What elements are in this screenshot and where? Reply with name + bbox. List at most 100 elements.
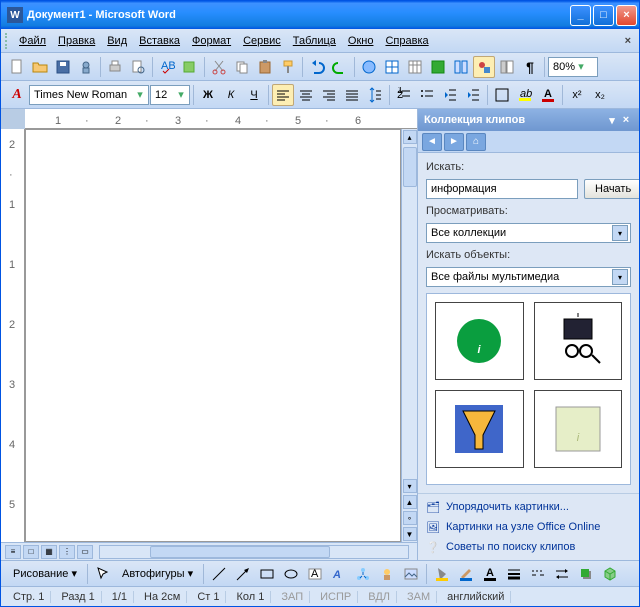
bold-button[interactable]: Ж (197, 84, 219, 106)
close-document-button[interactable]: × (621, 35, 635, 47)
select-objects-icon[interactable] (92, 563, 114, 585)
reading-view-icon[interactable]: ▭ (77, 545, 93, 559)
link-organize[interactable]: 🗂Упорядочить картинки... (426, 500, 631, 514)
menu-file[interactable]: Файл (13, 33, 52, 49)
shadow-icon[interactable] (575, 563, 597, 585)
save-icon[interactable] (52, 56, 74, 78)
line-color-icon[interactable] (455, 563, 477, 585)
columns-icon[interactable] (450, 56, 472, 78)
textbox-icon[interactable]: A (304, 563, 326, 585)
new-document-icon[interactable] (6, 56, 28, 78)
align-justify-icon[interactable] (341, 84, 363, 106)
objects-select[interactable]: Все файлы мультимедиа▾ (426, 267, 631, 287)
italic-button[interactable]: К (220, 84, 242, 106)
zoom-combo[interactable]: 80%▾ (548, 57, 598, 77)
print-preview-icon[interactable] (127, 56, 149, 78)
picture-icon[interactable] (400, 563, 422, 585)
clipart-result-4[interactable]: i (534, 390, 623, 468)
menu-edit[interactable]: Правка (52, 33, 101, 49)
arrow-icon[interactable] (232, 563, 254, 585)
rectangle-icon[interactable] (256, 563, 278, 585)
cut-icon[interactable] (208, 56, 230, 78)
menu-format[interactable]: Формат (186, 33, 237, 49)
nav-home-icon[interactable]: ⌂ (466, 133, 486, 151)
document-page[interactable] (25, 129, 401, 542)
menu-help[interactable]: Справка (379, 33, 434, 49)
print-layout-view-icon[interactable]: ▦ (41, 545, 57, 559)
browse-select[interactable]: Все коллекции▾ (426, 223, 631, 243)
web-layout-view-icon[interactable]: □ (23, 545, 39, 559)
taskpane-menu-button[interactable]: ▾ (605, 114, 619, 127)
scroll-up-button[interactable]: ▴ (403, 130, 417, 144)
maximize-button[interactable]: □ (593, 5, 614, 26)
normal-view-icon[interactable]: ≡ (5, 545, 21, 559)
excel-icon[interactable] (427, 56, 449, 78)
clipart-result-3[interactable] (435, 390, 524, 468)
hscroll-thumb[interactable] (150, 546, 330, 558)
paste-icon[interactable] (254, 56, 276, 78)
align-center-icon[interactable] (295, 84, 317, 106)
align-left-icon[interactable] (272, 84, 294, 106)
show-formatting-icon[interactable]: ¶ (519, 56, 541, 78)
bulleted-list-icon[interactable] (416, 84, 438, 106)
oval-icon[interactable] (280, 563, 302, 585)
decrease-indent-icon[interactable] (439, 84, 461, 106)
status-trk[interactable]: ИСПР (314, 591, 358, 603)
open-icon[interactable] (29, 56, 51, 78)
clipart-result-1[interactable]: i (435, 302, 524, 380)
align-right-icon[interactable] (318, 84, 340, 106)
diagram-icon[interactable] (352, 563, 374, 585)
status-lang[interactable]: английский (441, 591, 511, 603)
borders-icon[interactable] (491, 84, 513, 106)
horizontal-ruler[interactable]: 1·2 ·3· 4·5 ·6 (25, 109, 417, 129)
horizontal-scrollbar[interactable] (99, 545, 409, 559)
font-color-icon[interactable]: A (537, 84, 559, 106)
subscript-icon[interactable]: x₂ (589, 84, 611, 106)
status-ovr[interactable]: ЗАМ (401, 591, 437, 603)
redo-icon[interactable] (329, 56, 351, 78)
style-button[interactable]: A (6, 84, 28, 106)
superscript-icon[interactable]: x² (566, 84, 588, 106)
nav-forward-icon[interactable]: ► (444, 133, 464, 151)
clipart-result-2[interactable] (534, 302, 623, 380)
fill-color-icon[interactable] (431, 563, 453, 585)
menu-window[interactable]: Окно (342, 33, 380, 49)
nav-back-icon[interactable]: ◄ (422, 133, 442, 151)
text-color-icon[interactable]: A (479, 563, 501, 585)
underline-button[interactable]: Ч (243, 84, 265, 106)
document-map-icon[interactable] (496, 56, 518, 78)
font-size-combo[interactable]: 12▾ (150, 85, 190, 105)
link-office-online[interactable]: 🖼Картинки на узле Office Online (426, 520, 631, 534)
drawing-toolbar-icon[interactable] (473, 56, 495, 78)
highlight-icon[interactable]: ab (514, 84, 536, 106)
hyperlink-icon[interactable] (358, 56, 380, 78)
3d-icon[interactable] (599, 563, 621, 585)
clipart-icon[interactable] (376, 563, 398, 585)
insert-table-icon[interactable] (404, 56, 426, 78)
search-button[interactable]: Начать (584, 179, 639, 199)
minimize-button[interactable]: _ (570, 5, 591, 26)
scroll-down-button[interactable]: ▾ (403, 479, 417, 493)
menu-table[interactable]: Таблица (287, 33, 342, 49)
search-input[interactable] (426, 179, 578, 199)
tables-borders-icon[interactable] (381, 56, 403, 78)
menu-insert[interactable]: Вставка (133, 33, 186, 49)
format-painter-icon[interactable] (277, 56, 299, 78)
drawing-menu[interactable]: Рисование ▾ (7, 565, 83, 582)
scroll-thumb[interactable] (403, 147, 417, 187)
undo-icon[interactable] (306, 56, 328, 78)
dash-style-icon[interactable] (527, 563, 549, 585)
next-page-button[interactable]: ▼ (403, 527, 417, 541)
copy-icon[interactable] (231, 56, 253, 78)
increase-indent-icon[interactable] (462, 84, 484, 106)
close-button[interactable]: × (616, 5, 637, 26)
vertical-ruler[interactable]: 2·1 123 45 (1, 129, 25, 542)
autoshapes-menu[interactable]: Автофигуры ▾ (116, 565, 199, 582)
menu-tools[interactable]: Сервис (237, 33, 287, 49)
arrow-style-icon[interactable] (551, 563, 573, 585)
line-spacing-icon[interactable] (364, 84, 386, 106)
wordart-icon[interactable]: A (328, 563, 350, 585)
toolbar-grip[interactable] (5, 33, 9, 49)
font-combo[interactable]: Times New Roman▾ (29, 85, 149, 105)
link-tips[interactable]: ❔Советы по поиску клипов (426, 540, 631, 554)
